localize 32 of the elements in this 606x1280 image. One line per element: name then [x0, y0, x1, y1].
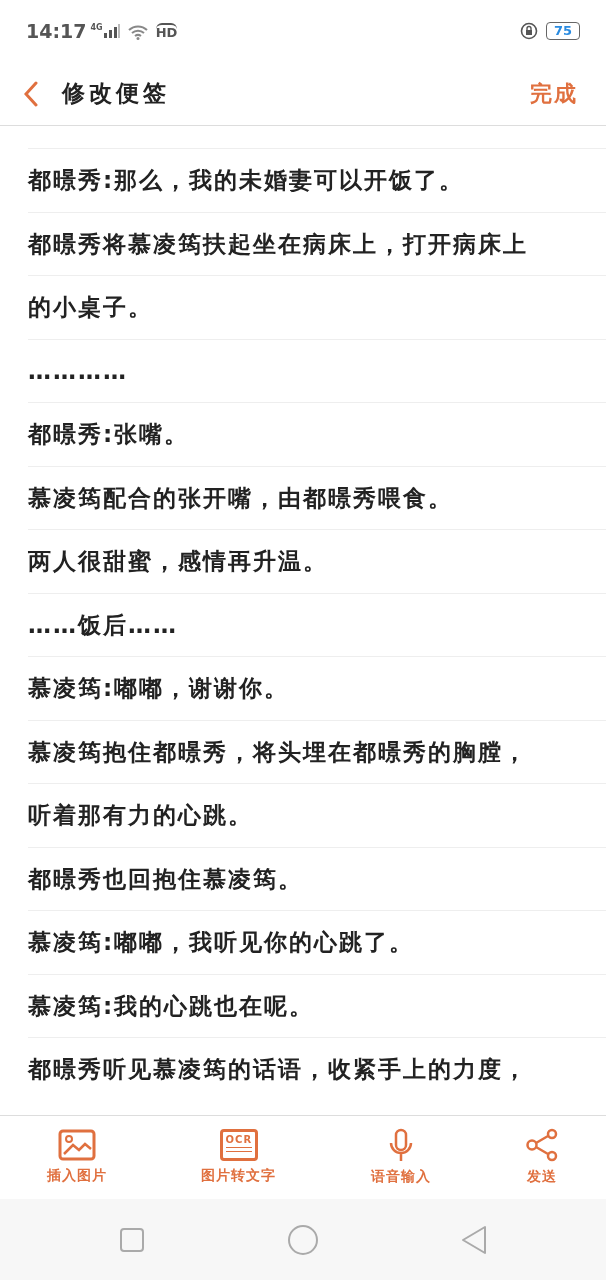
note-line: 都暻秀:张嘴。: [28, 420, 190, 449]
toolbar-button[interactable]: 发送: [524, 1128, 559, 1187]
note-line: 慕凌筠配合的张开嘴，由都暻秀喂食。: [28, 483, 453, 513]
battery-level: 75: [545, 22, 580, 40]
back-button[interactable]: [24, 80, 38, 107]
rotation-lock-icon: [519, 22, 538, 40]
note-line: 慕凌筠:嘟嘟，我听见你的心跳了。: [28, 928, 415, 957]
microphone-icon: [387, 1128, 414, 1162]
note-line: 都暻秀:那么，我的未婚妻可以开饭了。: [28, 166, 465, 195]
share-icon: [524, 1128, 559, 1162]
note-line: 慕凌筠:我的心跳也在呢。: [28, 991, 315, 1021]
status-time: 14:17: [26, 18, 87, 44]
note-line: 慕凌筠抱住都暻秀，将头埋在都暻秀的胸膛，: [28, 737, 528, 767]
back-nav-button[interactable]: [461, 1225, 487, 1255]
note-line: …………: [28, 356, 128, 386]
toolbar-button[interactable]: 语音输入: [370, 1128, 431, 1187]
note-line: 都暻秀也回抱住慕凌筠。: [28, 864, 303, 894]
note-line: 都暻秀听见慕凌筠的话语，收紧手上的力度，: [28, 1055, 528, 1084]
recent-apps-button[interactable]: [119, 1227, 145, 1253]
toolbar-button[interactable]: 插入图片: [47, 1129, 108, 1186]
done-button[interactable]: 完成: [530, 77, 578, 110]
image-icon: [58, 1129, 97, 1161]
note-line: ……饭后……: [28, 610, 178, 640]
note-line: 听着那有力的心跳。: [28, 801, 253, 830]
home-button[interactable]: [287, 1224, 319, 1256]
page-title: 修改便签: [62, 79, 170, 109]
ocr-icon: OCR: [219, 1129, 258, 1161]
note-line: 慕凌筠:嘟嘟，谢谢你。: [28, 674, 290, 703]
note-line: 两人很甜蜜，感情再升温。: [28, 547, 328, 576]
toolbar-button[interactable]: OCR 图片转文字: [201, 1129, 277, 1186]
note-line: 的小桌子。: [28, 293, 153, 322]
note-line: 都暻秀将慕凌筠扶起坐在病床上，打开病床上: [28, 229, 528, 259]
